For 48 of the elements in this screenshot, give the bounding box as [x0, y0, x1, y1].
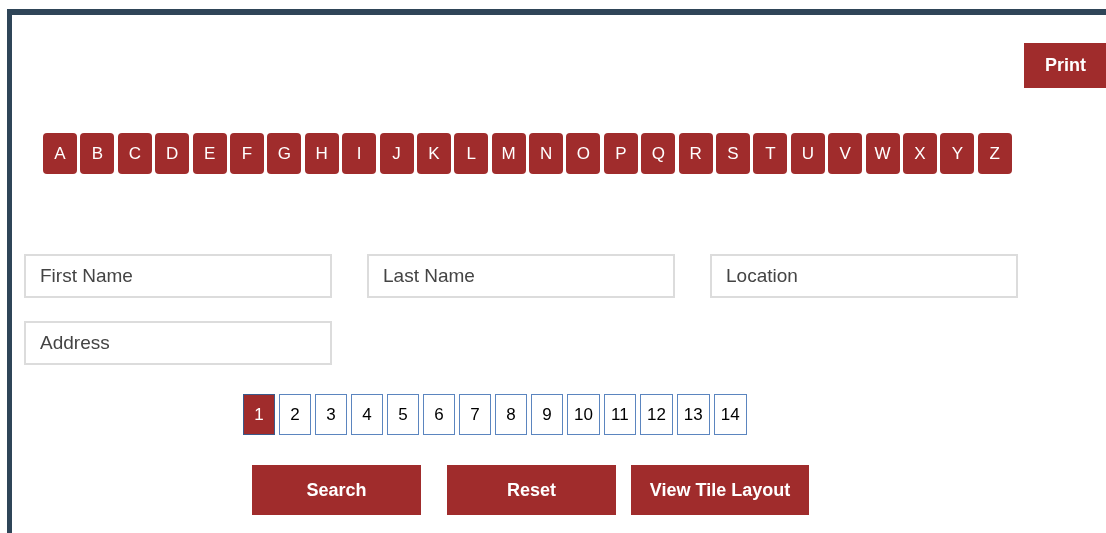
page-button[interactable]: 13	[676, 394, 710, 435]
letter-button[interactable]: Z	[977, 133, 1012, 174]
letter-button[interactable]: V	[828, 133, 863, 174]
letter-button[interactable]: T	[753, 133, 788, 174]
letter-button[interactable]: O	[566, 133, 601, 174]
page-button[interactable]: 9	[531, 394, 563, 435]
text-field[interactable]: Location	[710, 254, 1018, 298]
letter-button[interactable]: R	[678, 133, 713, 174]
letter-button[interactable]: C	[117, 133, 152, 174]
text-field[interactable]: First Name	[24, 254, 332, 298]
page-button[interactable]: 4	[351, 394, 383, 435]
letter-button[interactable]: W	[865, 133, 900, 174]
letter-button[interactable]: B	[80, 133, 115, 174]
page-button[interactable]: 11	[603, 394, 636, 435]
letter-button[interactable]: M	[491, 133, 526, 174]
page-button[interactable]: 7	[459, 394, 491, 435]
letter-button[interactable]: N	[529, 133, 564, 174]
text-field[interactable]: Address	[24, 321, 332, 365]
letter-button[interactable]: E	[192, 133, 227, 174]
page-button[interactable]: 8	[495, 394, 527, 435]
letter-button[interactable]: D	[155, 133, 190, 174]
page-button[interactable]: 2	[279, 394, 311, 435]
page-button[interactable]: 10	[567, 394, 600, 435]
letter-button[interactable]: P	[603, 133, 638, 174]
letter-button[interactable]: S	[716, 133, 751, 174]
letter-button[interactable]: Y	[940, 133, 975, 174]
letter-button[interactable]: H	[304, 133, 339, 174]
action-button[interactable]: View Tile Layout	[631, 465, 809, 515]
page-button[interactable]: 1	[243, 394, 275, 435]
letter-button[interactable]: X	[903, 133, 937, 174]
letter-button[interactable]: J	[379, 133, 414, 174]
letter-button[interactable]: U	[790, 133, 825, 174]
letter-button[interactable]: I	[342, 133, 377, 174]
page-button[interactable]: 3	[315, 394, 347, 435]
letter-button[interactable]: L	[454, 133, 489, 174]
page-button[interactable]: 6	[423, 394, 455, 435]
page-button[interactable]: 14	[713, 394, 747, 435]
letter-button[interactable]: G	[267, 133, 302, 174]
action-button[interactable]: Search	[252, 465, 421, 515]
print-button[interactable]: Print	[1024, 43, 1106, 88]
letter-button[interactable]: A	[43, 133, 77, 174]
letter-button[interactable]: F	[229, 133, 264, 174]
letter-button[interactable]: K	[416, 133, 451, 174]
page-button[interactable]: 12	[639, 394, 673, 435]
text-field[interactable]: Last Name	[367, 254, 675, 298]
page-button[interactable]: 5	[387, 394, 419, 435]
action-button[interactable]: Reset	[447, 465, 616, 515]
letter-button[interactable]: Q	[641, 133, 676, 174]
